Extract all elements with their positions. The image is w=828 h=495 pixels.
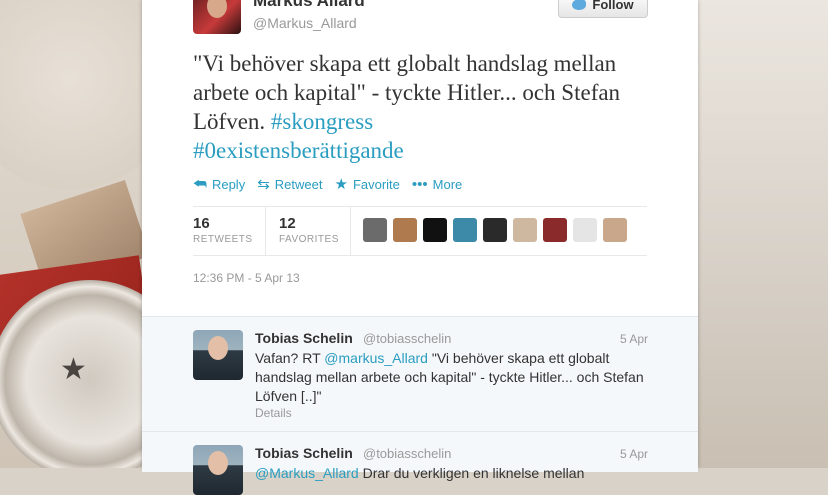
reply-icon: ⮪ xyxy=(193,176,207,193)
author-handle[interactable]: @Markus_Allard xyxy=(253,15,357,31)
reply-button[interactable]: ⮪ Reply xyxy=(193,177,245,192)
hashtag-link[interactable]: #0existensberättigande xyxy=(193,138,404,163)
retweeter-avatar[interactable] xyxy=(423,218,447,242)
favorite-button[interactable]: ★ Favorite xyxy=(334,177,399,192)
reply-text-pre: Vafan? RT xyxy=(255,350,325,366)
reply-text-post: Drar du verkligen en liknelse mellan xyxy=(358,465,585,481)
reply-date[interactable]: 5 Apr xyxy=(620,447,648,461)
more-label: More xyxy=(432,177,463,192)
retweet-count-label: RETWEETS xyxy=(193,234,253,245)
retweet-label: Retweet xyxy=(274,177,323,192)
mention-link[interactable]: @markus_Allard xyxy=(324,350,428,366)
tweet-timestamp[interactable]: 12:36 PM - 5 Apr 13 xyxy=(193,271,300,285)
details-link[interactable]: Details xyxy=(255,406,292,420)
avatar[interactable] xyxy=(193,0,241,34)
follow-button[interactable]: Follow xyxy=(558,0,648,18)
retweet-button[interactable]: ⇆ Retweet xyxy=(257,177,322,192)
avatar[interactable] xyxy=(193,445,243,495)
reply-text: @Markus_Allard Drar du verkligen en likn… xyxy=(255,464,655,483)
tweet-text: "Vi behöver skapa ett globalt handslag m… xyxy=(193,49,633,165)
background-right xyxy=(698,0,828,468)
bird-icon xyxy=(572,0,587,10)
star-icon: ★ xyxy=(60,353,87,386)
retweeter-avatars xyxy=(363,218,627,242)
reply-author-handle[interactable]: @tobiasschelin xyxy=(363,331,451,346)
expanded-tweet: Markus Allard @Markus_Allard Follow "Vi … xyxy=(142,0,698,316)
tweet-actions: ⮪ Reply ⇆ Retweet ★ Favorite ••• More xyxy=(193,177,474,192)
reply-text: Vafan? RT @markus_Allard "Vi behöver ska… xyxy=(255,349,655,406)
retweeter-avatar[interactable] xyxy=(603,218,627,242)
retweeter-avatar[interactable] xyxy=(393,218,417,242)
favorite-count: 12 xyxy=(279,215,296,232)
more-icon: ••• xyxy=(411,176,428,193)
retweet-count: 16 xyxy=(193,215,210,232)
retweeter-avatar[interactable] xyxy=(483,218,507,242)
tweet-stats: 16 RETWEETS 12 FAVORITES xyxy=(193,206,647,256)
reply-author-handle[interactable]: @tobiasschelin xyxy=(363,446,451,461)
retweet-icon: ⇆ xyxy=(257,176,270,193)
tweet-card: Markus Allard @Markus_Allard Follow "Vi … xyxy=(142,0,698,495)
author-name[interactable]: Markus Allard xyxy=(253,0,365,11)
reply-author-name[interactable]: Tobias Schelin xyxy=(255,330,353,346)
reply-label: Reply xyxy=(211,177,246,192)
avatar[interactable] xyxy=(193,330,243,380)
more-button[interactable]: ••• More xyxy=(412,177,462,192)
hashtag-link[interactable]: #skongress xyxy=(271,109,373,134)
retweeter-avatar[interactable] xyxy=(513,218,537,242)
star-icon: ★ xyxy=(334,176,348,193)
follow-label: Follow xyxy=(592,0,634,12)
tweet-body: "Vi behöver skapa ett globalt handslag m… xyxy=(193,51,621,134)
retweeter-avatar[interactable] xyxy=(453,218,477,242)
reply-tweet[interactable]: Tobias Schelin @tobiasschelin 5 Apr Vafa… xyxy=(142,316,698,431)
reply-tweet[interactable]: Tobias Schelin @tobiasschelin 5 Apr @Mar… xyxy=(142,431,698,495)
favorite-label: Favorite xyxy=(352,177,400,192)
mention-link[interactable]: @Markus_Allard xyxy=(255,465,359,481)
retweeter-avatar[interactable] xyxy=(573,218,597,242)
retweets-stat[interactable]: 16 RETWEETS xyxy=(193,207,266,255)
favorites-stat[interactable]: 12 FAVORITES xyxy=(265,207,351,255)
favorite-count-label: FAVORITES xyxy=(279,234,339,245)
retweeter-avatar[interactable] xyxy=(543,218,567,242)
retweeter-avatar[interactable] xyxy=(363,218,387,242)
reply-date[interactable]: 5 Apr xyxy=(620,332,648,346)
reply-author-name[interactable]: Tobias Schelin xyxy=(255,445,353,461)
